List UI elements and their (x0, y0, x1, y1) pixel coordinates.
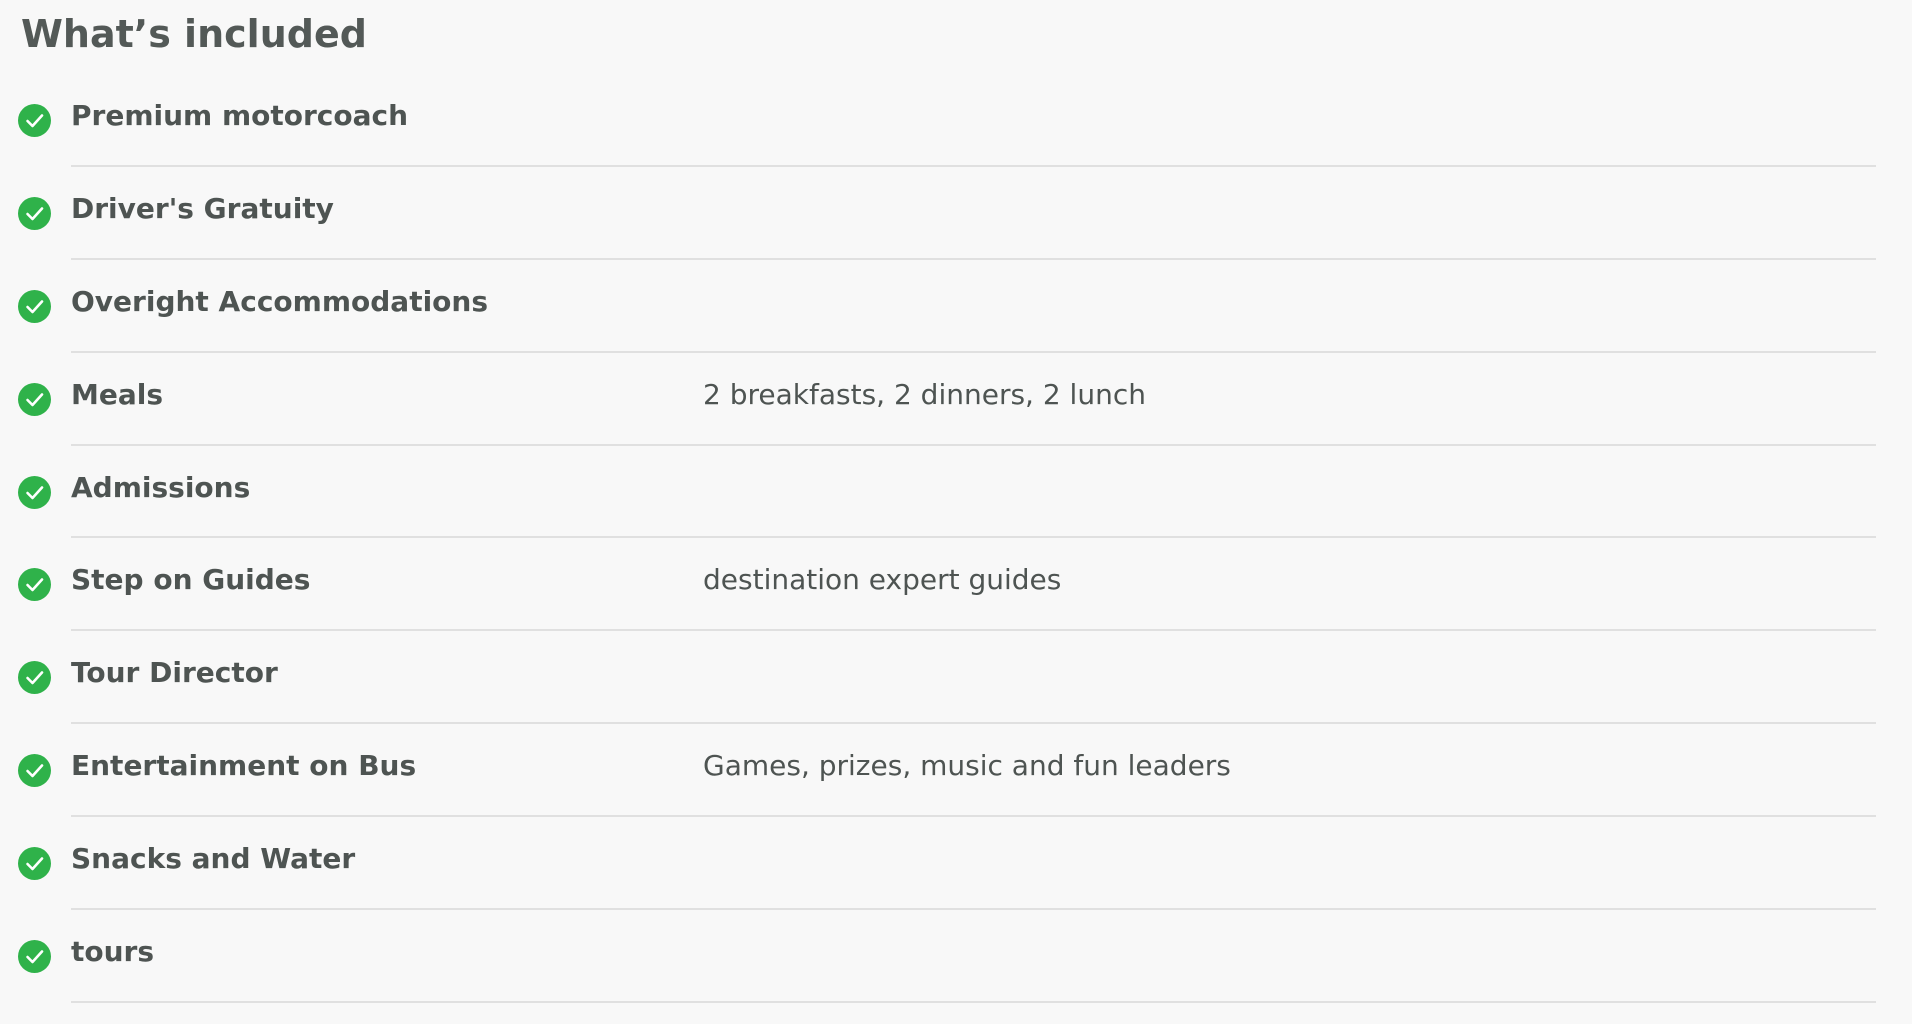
list-item: Meals 2 breakfasts, 2 dinners, 2 lunch (0, 353, 1912, 446)
list-item: Entertainment on Bus Games, prizes, musi… (0, 724, 1912, 818)
item-name: Premium motorcoach (71, 99, 409, 132)
item-detail: Games, prizes, music and fun leaders (703, 749, 1231, 783)
list-item: Overight Accommodations (0, 260, 1912, 353)
check-circle-icon (18, 382, 51, 416)
check-circle-icon (18, 196, 51, 230)
item-name: Overight Accommodations (71, 284, 489, 318)
divider (71, 1000, 1876, 1003)
item-name: Snacks and Water (71, 842, 356, 876)
check-circle-icon (18, 661, 51, 695)
list-item: tours (0, 910, 1912, 1003)
list-item: Step on Guides destination expert guides (0, 538, 1912, 632)
item-name: Driver's Gratuity (71, 191, 334, 225)
item-name: tours (71, 935, 155, 969)
list-item: Tour Director (0, 631, 1912, 725)
section-title: What’s included (21, 12, 367, 56)
check-circle-icon (18, 568, 51, 602)
check-circle-icon (18, 104, 51, 137)
list-item: Premium motorcoach (0, 74, 1912, 167)
check-circle-icon (18, 289, 51, 323)
list-item: Driver's Gratuity (0, 167, 1912, 260)
item-name: Tour Director (71, 656, 278, 690)
list-item: Admissions (0, 446, 1912, 539)
item-name: Admissions (71, 470, 251, 504)
whats-included-section: What’s included Premium motorcoach Drive… (0, 0, 1912, 1024)
item-detail: destination expert guides (703, 563, 1062, 597)
check-circle-icon (18, 475, 51, 509)
item-detail: 2 breakfasts, 2 dinners, 2 lunch (703, 377, 1146, 411)
included-list: Premium motorcoach Driver's Gratuity Ove… (0, 74, 1912, 1003)
check-circle-icon (18, 754, 51, 788)
item-name: Meals (71, 377, 164, 411)
list-item: Snacks and Water (0, 817, 1912, 911)
check-circle-icon (18, 940, 51, 974)
item-name: Step on Guides (71, 563, 311, 597)
check-circle-icon (18, 847, 51, 881)
item-name: Entertainment on Bus (71, 749, 417, 783)
